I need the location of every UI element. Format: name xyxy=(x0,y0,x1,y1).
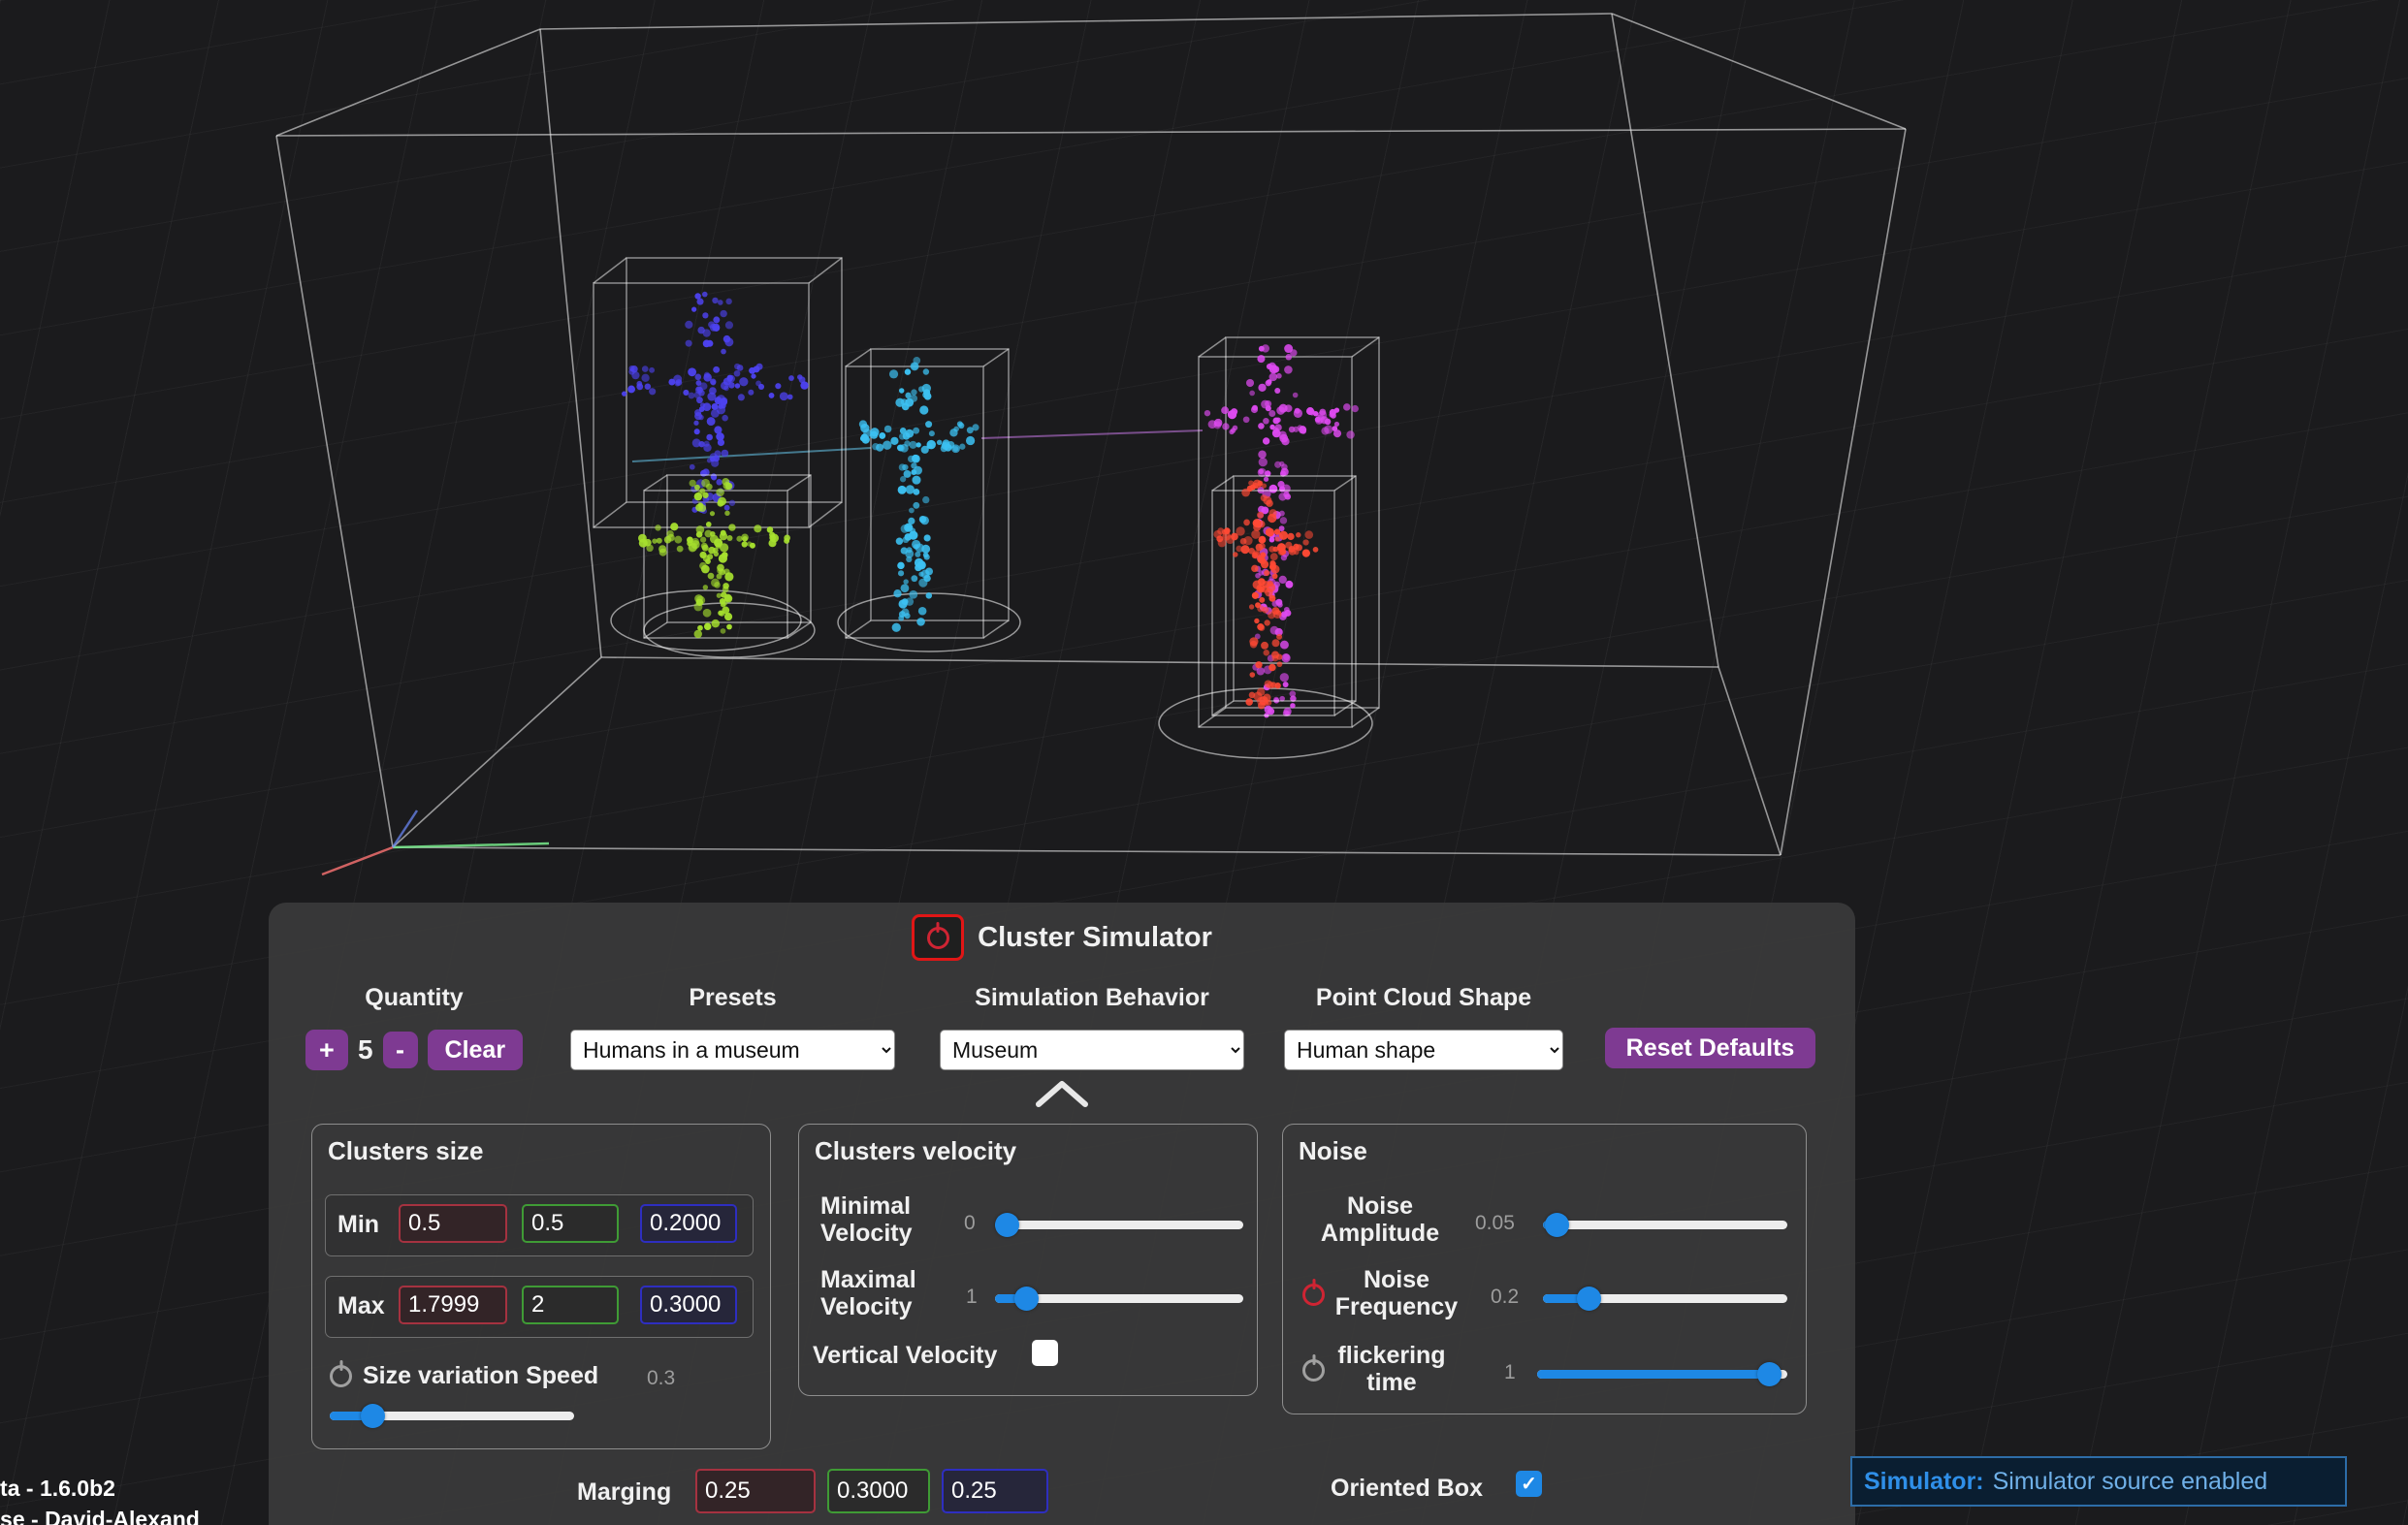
vertical-velocity-label: Vertical Velocity xyxy=(813,1342,997,1370)
noise-frequency-slider[interactable] xyxy=(1543,1285,1787,1312)
size-variation-slider[interactable] xyxy=(330,1402,574,1429)
power-icon[interactable] xyxy=(927,927,949,949)
size-variation-label: Size variation Speed xyxy=(363,1362,598,1390)
flickering-time-value: 1 xyxy=(1504,1361,1516,1384)
application-root: Cluster Simulator Quantity Presets Simul… xyxy=(0,0,2408,1525)
quantity-decrease-button[interactable]: - xyxy=(383,1032,418,1068)
min-label: Min xyxy=(337,1211,379,1239)
clear-button[interactable]: Clear xyxy=(428,1030,524,1070)
slider-thumb[interactable] xyxy=(1014,1287,1039,1311)
collapse-chevron-icon[interactable] xyxy=(1035,1079,1089,1108)
point-cloud-shape-label: Point Cloud Shape xyxy=(1284,984,1563,1012)
size-variation-value: 0.3 xyxy=(647,1367,675,1390)
min-size-row: Min xyxy=(325,1194,754,1256)
slider-thumb[interactable] xyxy=(995,1213,1019,1237)
status-prefix: Simulator: xyxy=(1864,1468,1984,1496)
slider-thumb[interactable] xyxy=(1757,1362,1782,1386)
status-bar: Simulator: Simulator source enabled xyxy=(1850,1456,2347,1507)
clusters-size-title: Clusters size xyxy=(328,1136,483,1166)
simulation-behavior-label: Simulation Behavior xyxy=(940,984,1244,1012)
flickering-time-slider[interactable] xyxy=(1537,1360,1787,1387)
slider-track[interactable] xyxy=(995,1221,1243,1229)
max-z-input[interactable] xyxy=(640,1286,737,1324)
slider-fill xyxy=(1537,1370,1770,1379)
min-z-input[interactable] xyxy=(640,1204,737,1243)
slider-track[interactable] xyxy=(1543,1221,1787,1229)
maximal-velocity-slider[interactable] xyxy=(995,1285,1243,1312)
version-info: nta - 1.6.0b2 nse - David-Alexand xyxy=(0,1473,200,1525)
slider-thumb[interactable] xyxy=(361,1404,385,1428)
noise-amplitude-slider[interactable] xyxy=(1543,1211,1787,1238)
point-cloud-shape-select[interactable]: Human shape xyxy=(1284,1030,1563,1070)
minimal-velocity-value: 0 xyxy=(964,1212,976,1235)
max-x-input[interactable] xyxy=(399,1286,507,1324)
version-line-1: nta - 1.6.0b2 xyxy=(0,1473,200,1504)
maximal-velocity-value: 1 xyxy=(966,1286,978,1309)
noise-frequency-power-icon[interactable] xyxy=(1302,1284,1325,1306)
reset-defaults-button[interactable]: Reset Defaults xyxy=(1605,1028,1815,1068)
slider-thumb[interactable] xyxy=(1545,1213,1569,1237)
oriented-box-checkbox[interactable]: ✓ xyxy=(1516,1471,1542,1497)
oriented-box-label: Oriented Box xyxy=(1331,1475,1483,1503)
min-y-input[interactable] xyxy=(522,1204,619,1243)
marging-z-input[interactable] xyxy=(942,1469,1048,1513)
quantity-increase-button[interactable]: + xyxy=(305,1030,348,1070)
version-line-2: nse - David-Alexand xyxy=(0,1504,200,1525)
simulation-behavior-select[interactable]: Museum xyxy=(940,1030,1244,1070)
noise-title: Noise xyxy=(1299,1136,1367,1166)
noise-frequency-label: Noise Frequency xyxy=(1333,1266,1460,1320)
clusters-size-group: Clusters size Min Max Size variation Spe… xyxy=(311,1124,771,1449)
quantity-controls: + 5 - Clear xyxy=(298,1029,530,1071)
max-label: Max xyxy=(337,1292,385,1320)
clusters-velocity-title: Clusters velocity xyxy=(815,1136,1016,1166)
noise-group: Noise Noise Amplitude 0.05 Noise Frequen… xyxy=(1282,1124,1807,1414)
quantity-label: Quantity xyxy=(298,984,530,1012)
maximal-velocity-label: Maximal Velocity xyxy=(820,1266,956,1320)
presets-select[interactable]: Humans in a museum xyxy=(570,1030,895,1070)
power-toggle-highlight[interactable] xyxy=(912,914,964,961)
flickering-time-label: flickering time xyxy=(1333,1342,1450,1396)
marging-y-input[interactable] xyxy=(827,1469,930,1513)
noise-amplitude-value: 0.05 xyxy=(1475,1212,1515,1235)
noise-amplitude-label: Noise Amplitude xyxy=(1306,1192,1454,1247)
marging-label: Marging xyxy=(577,1478,671,1507)
minimal-velocity-label: Minimal Velocity xyxy=(820,1192,956,1247)
panel-title: Cluster Simulator xyxy=(978,922,1212,954)
marging-x-input[interactable] xyxy=(695,1469,816,1513)
cluster-simulator-panel: Cluster Simulator Quantity Presets Simul… xyxy=(269,903,1855,1525)
flickering-time-power-icon[interactable] xyxy=(1302,1359,1325,1382)
max-y-input[interactable] xyxy=(522,1286,619,1324)
minimal-velocity-slider[interactable] xyxy=(995,1211,1243,1238)
presets-label: Presets xyxy=(570,984,895,1012)
status-message: Simulator source enabled xyxy=(1993,1468,2268,1496)
slider-thumb[interactable] xyxy=(1577,1287,1601,1311)
vertical-velocity-checkbox[interactable] xyxy=(1032,1340,1058,1366)
noise-frequency-value: 0.2 xyxy=(1491,1286,1519,1309)
max-size-row: Max xyxy=(325,1276,754,1338)
panel-header: Cluster Simulator xyxy=(269,914,1855,961)
min-x-input[interactable] xyxy=(399,1204,507,1243)
quantity-value: 5 xyxy=(358,1034,373,1065)
size-variation-power-icon[interactable] xyxy=(330,1365,352,1387)
clusters-velocity-group: Clusters velocity Minimal Velocity 0 Max… xyxy=(798,1124,1258,1396)
